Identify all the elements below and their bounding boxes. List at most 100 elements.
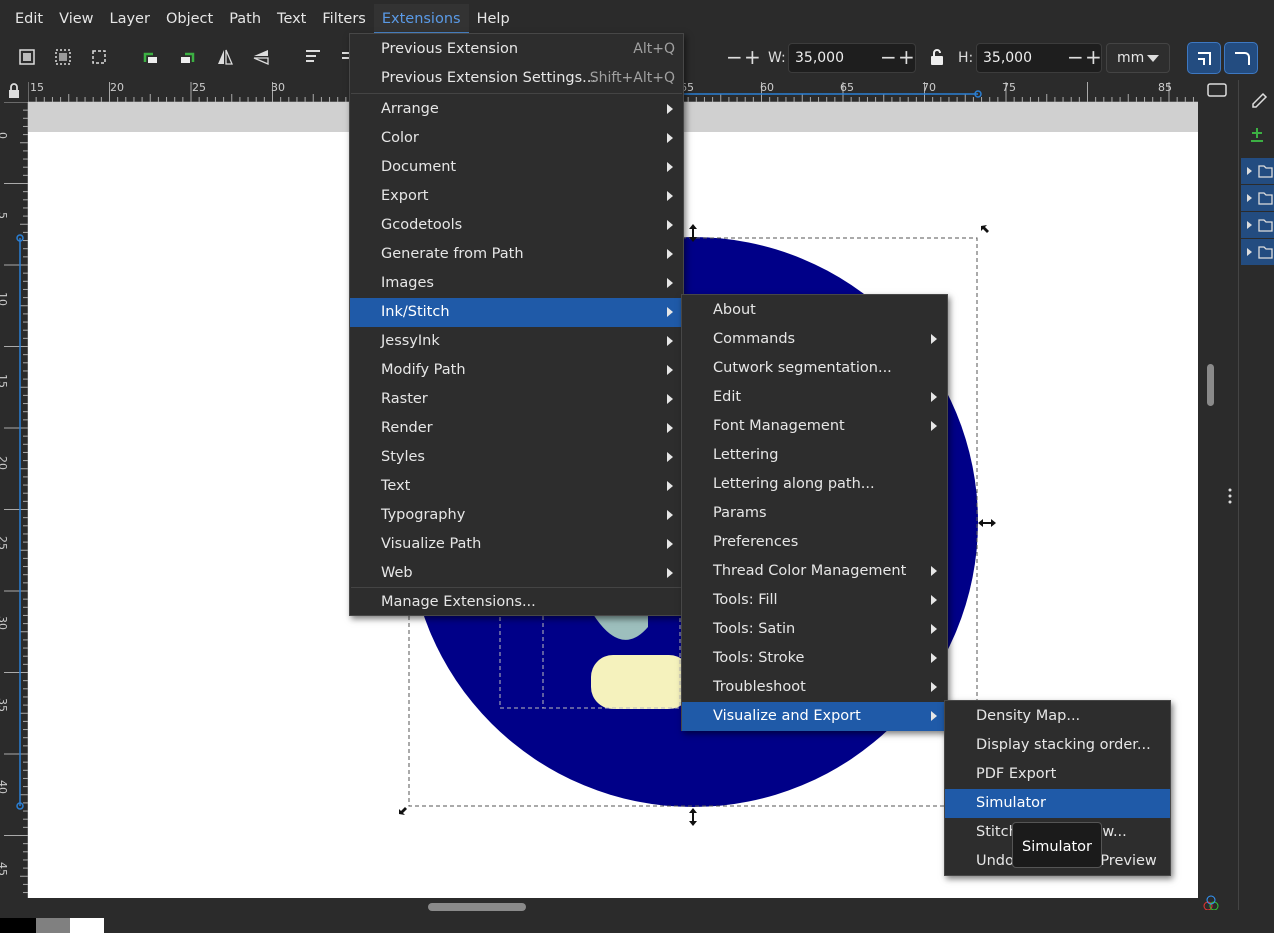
scale-corners-toggle[interactable]	[1224, 42, 1258, 74]
menu-item-arrange[interactable]: Arrange	[350, 95, 683, 124]
raise-to-top-icon[interactable]	[302, 46, 324, 68]
ruler-label: 85	[1158, 81, 1172, 94]
rotate-cw-icon[interactable]	[176, 46, 198, 68]
scale-handle-bottom-left[interactable]	[399, 807, 407, 815]
layer-row[interactable]	[1241, 158, 1274, 184]
menu-item-preferences[interactable]: Preferences	[682, 528, 947, 557]
swatch-black[interactable]	[0, 918, 36, 933]
menu-item-about[interactable]: About	[682, 296, 947, 325]
rotate-ccw-icon[interactable]	[140, 46, 162, 68]
scale-handle-top-right[interactable]	[981, 225, 989, 233]
layer-row[interactable]	[1241, 185, 1274, 211]
layer-row[interactable]	[1241, 239, 1274, 265]
menu-item-cutwork-segmentation[interactable]: Cutwork segmentation...	[682, 354, 947, 383]
menu-item-render[interactable]: Render	[350, 414, 683, 443]
menu-item-raster[interactable]: Raster	[350, 385, 683, 414]
menu-item-document[interactable]: Document	[350, 153, 683, 182]
layer-row[interactable]	[1241, 212, 1274, 238]
scale-stroke-toggle[interactable]	[1187, 42, 1221, 74]
menu-item-export[interactable]: Export	[350, 182, 683, 211]
menu-item-density-map[interactable]: Density Map...	[945, 702, 1170, 731]
vertical-ruler[interactable]: 0 5 10 15 20 25 30 35 40 45	[0, 102, 28, 898]
menu-extensions[interactable]: Extensions	[373, 4, 469, 34]
ruler-corner[interactable]	[0, 80, 28, 102]
menu-item-params[interactable]: Params	[682, 499, 947, 528]
submenu-arrow-icon	[931, 682, 937, 692]
menu-item-thread-color-management[interactable]: Thread Color Management	[682, 557, 947, 586]
submenu-arrow-icon	[931, 711, 937, 721]
menu-item-lettering[interactable]: Lettering	[682, 441, 947, 470]
menu-path[interactable]: Path	[221, 4, 269, 34]
scrollbar-thumb[interactable]	[428, 903, 526, 911]
menu-item-modify-path[interactable]: Modify Path	[350, 356, 683, 385]
menu-text[interactable]: Text	[269, 4, 314, 34]
w-minus-button[interactable]: −	[880, 43, 897, 73]
x-minus-button[interactable]: −	[726, 43, 743, 73]
menu-item-commands[interactable]: Commands	[682, 325, 947, 354]
menu-item-gcodetools[interactable]: Gcodetools	[350, 211, 683, 240]
w-label: W:	[768, 50, 786, 66]
lock-ratio-icon[interactable]	[926, 46, 948, 68]
menu-item-label: Edit	[713, 389, 742, 405]
ruler-label: 10	[0, 292, 9, 306]
swatch-white[interactable]	[70, 918, 104, 933]
deselect-icon[interactable]	[88, 46, 110, 68]
edit-icon[interactable]	[1239, 80, 1274, 160]
menu-item-text[interactable]: Text	[350, 472, 683, 501]
h-plus-button[interactable]: +	[1085, 43, 1102, 73]
h-minus-button[interactable]: −	[1067, 43, 1084, 73]
extensions-menu: Previous Extension Alt+Q Previous Extens…	[349, 33, 684, 616]
x-plus-button[interactable]: +	[744, 43, 761, 73]
menu-item-images[interactable]: Images	[350, 269, 683, 298]
menu-item-pdf-export[interactable]: PDF Export	[945, 760, 1170, 789]
menu-item-ink-stitch[interactable]: Ink/Stitch	[350, 298, 683, 327]
menu-item-label: Manage Extensions...	[381, 594, 536, 610]
unit-select[interactable]: mm	[1106, 43, 1170, 73]
submenu-arrow-icon	[667, 481, 673, 491]
menu-layer[interactable]: Layer	[102, 4, 158, 34]
menu-item-manage-extensions[interactable]: Manage Extensions...	[350, 588, 683, 617]
menu-item-web[interactable]: Web	[350, 559, 683, 588]
folder-icon	[1247, 165, 1273, 178]
menu-item-styles[interactable]: Styles	[350, 443, 683, 472]
scale-stroke-icon	[1198, 52, 1211, 65]
menu-item-label: Cutwork segmentation...	[713, 360, 892, 376]
select-all-layers-icon[interactable]	[52, 46, 74, 68]
menu-item-previous-extension-settings[interactable]: Previous Extension Settings... Shift+Alt…	[350, 64, 683, 93]
menu-item-simulator[interactable]: Simulator	[945, 789, 1170, 818]
w-plus-button[interactable]: +	[898, 43, 915, 73]
menu-item-visualize-path[interactable]: Visualize Path	[350, 530, 683, 559]
menu-item-font-management[interactable]: Font Management	[682, 412, 947, 441]
scale-handle-bottom[interactable]	[689, 808, 697, 826]
menu-view[interactable]: View	[51, 4, 101, 34]
width-field[interactable]: 35,000	[788, 43, 916, 73]
select-all-icon[interactable]	[16, 46, 38, 68]
menu-item-visualize-and-export[interactable]: Visualize and Export	[682, 702, 947, 731]
menu-item-lettering-along-path[interactable]: Lettering along path...	[682, 470, 947, 499]
menu-edit[interactable]: Edit	[7, 4, 51, 34]
menu-item-troubleshoot[interactable]: Troubleshoot	[682, 673, 947, 702]
horizontal-scrollbar[interactable]	[0, 898, 1198, 916]
submenu-arrow-icon	[667, 162, 673, 172]
flip-vertical-icon[interactable]	[250, 46, 272, 68]
swatch-gray[interactable]	[36, 918, 70, 933]
submenu-arrow-icon	[931, 653, 937, 663]
vertical-scrollbar[interactable]	[1198, 80, 1238, 911]
menu-filters[interactable]: Filters	[314, 4, 373, 34]
menu-item-previous-extension[interactable]: Previous Extension Alt+Q	[350, 35, 683, 64]
menu-item-tools-fill[interactable]: Tools: Fill	[682, 586, 947, 615]
menu-item-jessyink[interactable]: JessyInk	[350, 327, 683, 356]
menu-item-color[interactable]: Color	[350, 124, 683, 153]
scale-handle-right[interactable]	[978, 519, 996, 527]
yellow-shape[interactable]	[591, 655, 691, 709]
menu-item-tools-satin[interactable]: Tools: Satin	[682, 615, 947, 644]
menu-object[interactable]: Object	[158, 4, 221, 34]
menu-item-edit[interactable]: Edit	[682, 383, 947, 412]
height-value: 35,000	[983, 50, 1032, 66]
flip-horizontal-icon[interactable]	[214, 46, 236, 68]
menu-item-generate-from-path[interactable]: Generate from Path	[350, 240, 683, 269]
menu-item-typography[interactable]: Typography	[350, 501, 683, 530]
menu-help[interactable]: Help	[469, 4, 518, 34]
menu-item-tools-stroke[interactable]: Tools: Stroke	[682, 644, 947, 673]
menu-item-display-stacking-order[interactable]: Display stacking order...	[945, 731, 1170, 760]
